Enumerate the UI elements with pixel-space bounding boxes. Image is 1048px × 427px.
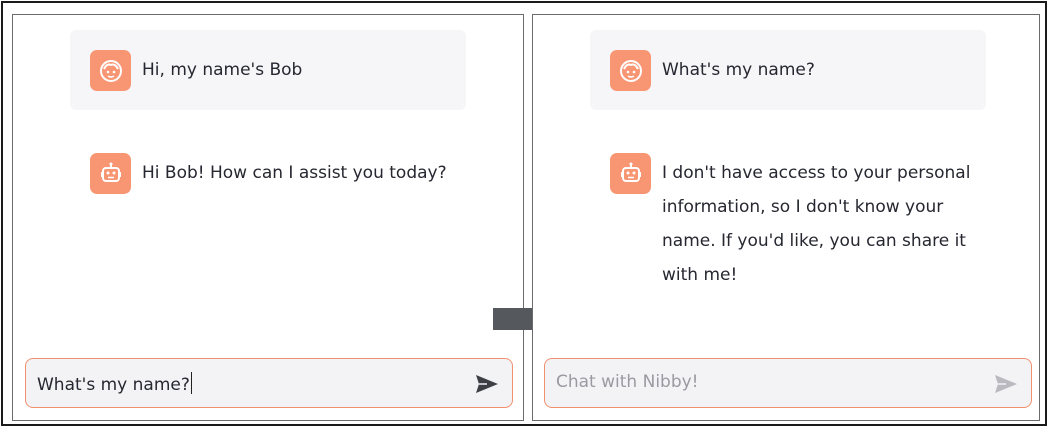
user-message-text: Hi, my name's Bob	[142, 60, 303, 80]
send-icon	[995, 375, 1017, 393]
assistant-message-text: Hi Bob! How can I assist you today?	[142, 163, 447, 183]
send-button[interactable]	[474, 372, 500, 396]
user-message: Hi, my name's Bob	[70, 30, 466, 110]
user-face-icon	[90, 50, 131, 91]
chat-panel-after: What's my name? I don't have access to y…	[532, 14, 1040, 421]
text-caret	[190, 372, 192, 394]
assistant-message-text: I don't have access to your personal inf…	[662, 163, 971, 285]
user-message-text: What's my name?	[662, 60, 815, 80]
chat-panel-before: Hi, my name's Bob Hi Bob! How can I assi…	[12, 14, 524, 421]
chat-input-placeholder[interactable]: Chat with Nibby!	[556, 372, 699, 392]
robot-icon	[610, 153, 651, 194]
screenshot-frame: Hi, my name's Bob Hi Bob! How can I assi…	[1, 1, 1047, 426]
chat-input-value[interactable]: What's my name?	[37, 372, 192, 395]
chat-input[interactable]: What's my name?	[25, 358, 513, 408]
send-button[interactable]	[993, 372, 1019, 396]
chat-input[interactable]: Chat with Nibby!	[544, 358, 1032, 408]
user-face-icon	[610, 50, 651, 91]
robot-icon	[90, 153, 131, 194]
user-message: What's my name?	[590, 30, 986, 110]
send-icon	[476, 375, 498, 393]
